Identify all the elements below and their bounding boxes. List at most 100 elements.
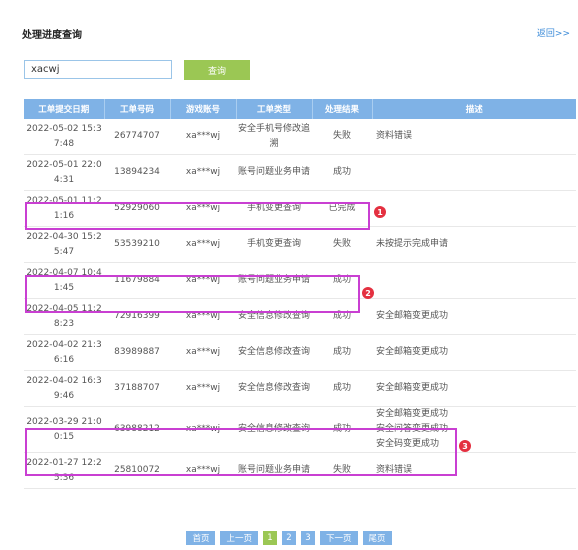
annotation-marker-1: 1 — [374, 206, 386, 218]
cell-result: 成功 — [312, 370, 372, 407]
description-line: 资料错误 — [376, 131, 413, 141]
table-row: 2022-05-02 15:37:48 26774707 xa***wj 安全手机号修… — [24, 119, 576, 155]
cell-order-no: 53539210 — [104, 226, 170, 263]
description-line: 安全邮箱变更成功 — [376, 347, 449, 357]
cell-account: xa***wj — [170, 370, 236, 407]
search-button[interactable]: 查询 — [184, 60, 250, 80]
cell-result: 成功 — [312, 154, 372, 191]
cell-date: 2022-05-01 11:21:16 — [24, 190, 104, 227]
table-row: 2022-04-30 15:25:47 53539210 xa***wj 手机变更查询… — [24, 226, 576, 263]
cell-description — [372, 154, 576, 191]
cell-date: 2022-04-02 16:39:46 — [24, 370, 104, 407]
cell-date: 2022-04-07 10:41:45 — [24, 262, 104, 299]
cell-date: 2022-01-27 12:25:36 — [24, 452, 104, 489]
cell-description: 资料错误 — [372, 119, 576, 155]
column-header-date: 工单提交日期 — [24, 99, 104, 119]
cell-result: 已完成 — [312, 190, 372, 227]
cell-order-no: 25810072 — [104, 452, 170, 489]
cell-date: 2022-05-01 22:04:31 — [24, 154, 104, 191]
cell-result: 成功 — [312, 298, 372, 335]
cell-date: 2022-04-02 21:36:16 — [24, 334, 104, 371]
cell-description: 安全邮箱变更成功 — [372, 334, 576, 371]
cell-result: 失败 — [312, 452, 372, 489]
cell-account: xa***wj — [170, 262, 236, 299]
cell-type: 安全信息修改查询 — [236, 298, 312, 335]
cell-description: 安全邮箱变更成功 — [372, 298, 576, 335]
cell-date: 2022-04-30 15:25:47 — [24, 226, 104, 263]
cell-result: 失败 — [312, 226, 372, 263]
annotation-marker-2: 2 — [362, 287, 374, 299]
cell-order-no: 83989887 — [104, 334, 170, 371]
annotation-marker-3: 3 — [459, 440, 471, 452]
description-line: 安全邮箱变更成功 — [376, 383, 449, 393]
cell-type: 安全手机号修改追溯 — [236, 119, 312, 155]
description-line: 资料错误 — [376, 465, 413, 475]
table-row: 2022-05-01 11:21:16 52929060 xa***wj 手机变更查询… — [24, 190, 576, 227]
cell-result: 成功 — [312, 334, 372, 371]
cell-account: xa***wj — [170, 452, 236, 489]
table-row: 2022-04-02 16:39:46 37188707 xa***wj 安全信息修改… — [24, 370, 576, 407]
cell-account: xa***wj — [170, 119, 236, 155]
description-line: 安全码变更成功 — [376, 439, 440, 449]
description-line: 安全邮箱变更成功 — [376, 311, 449, 321]
cell-result: 失败 — [312, 119, 372, 155]
table-row: 2022-03-29 21:00:15 63988212 xa***wj 安全信息修改… — [24, 406, 576, 453]
description-line: 安全问答变更成功 — [376, 424, 449, 434]
table-row: 2022-05-01 22:04:31 13894234 xa***wj 账号问题业务… — [24, 154, 576, 191]
cell-account: xa***wj — [170, 406, 236, 453]
cell-account: xa***wj — [170, 298, 236, 335]
pagination: 首页 上一页 1 2 3 下一页 尾页 — [0, 531, 578, 545]
table-row: 2022-04-02 21:36:16 83989887 xa***wj 安全信息修改… — [24, 334, 576, 371]
cell-date: 2022-05-02 15:37:48 — [24, 119, 104, 155]
cell-description: 未按提示完成申请 — [372, 226, 576, 263]
page-title: 处理进度查询 — [22, 30, 82, 41]
column-header-result: 处理结果 — [311, 99, 372, 119]
column-header-account: 游戏账号 — [169, 99, 236, 119]
column-header-description: 描述 — [371, 99, 576, 119]
table-row: 2022-01-27 12:25:36 25810072 xa***wj 账号问题业务… — [24, 452, 576, 489]
column-header-type: 工单类型 — [235, 99, 312, 119]
table-row: 2022-04-07 10:41:45 11679884 xa***wj 账号问题业务… — [24, 262, 576, 299]
cell-date: 2022-03-29 21:00:15 — [24, 406, 104, 453]
table-header-row: 工单提交日期 工单号码 游戏账号 工单类型 处理结果 描述 — [24, 99, 576, 119]
cell-result: 成功 — [312, 406, 372, 453]
description-line: 安全邮箱变更成功 — [376, 409, 449, 419]
cell-account: xa***wj — [170, 334, 236, 371]
cell-type: 账号问题业务申请 — [236, 262, 312, 299]
cell-date: 2022-04-05 11:28:23 — [24, 298, 104, 335]
cell-type: 账号问题业务申请 — [236, 452, 312, 489]
cell-description — [372, 190, 576, 227]
cell-description: 安全邮箱变更成功 安全问答变更成功 安全码变更成功 — [372, 406, 576, 453]
cell-order-no: 72916399 — [104, 298, 170, 335]
pagination-prev[interactable]: 上一页 — [220, 531, 258, 545]
cell-type: 账号问题业务申请 — [236, 154, 312, 191]
cell-account: xa***wj — [170, 226, 236, 263]
cell-account: xa***wj — [170, 190, 236, 227]
cell-type: 手机变更查询 — [236, 190, 312, 227]
cell-order-no: 52929060 — [104, 190, 170, 227]
table-row: 2022-04-05 11:28:23 72916399 xa***wj 安全信息修改… — [24, 298, 576, 335]
cell-order-no: 13894234 — [104, 154, 170, 191]
cell-account: xa***wj — [170, 154, 236, 191]
cell-type: 手机变更查询 — [236, 226, 312, 263]
pagination-page-2[interactable]: 2 — [282, 531, 296, 545]
column-header-order-no: 工单号码 — [103, 99, 170, 119]
pagination-next[interactable]: 下一页 — [320, 531, 358, 545]
back-link[interactable]: 返回>> — [537, 26, 570, 39]
search-input[interactable] — [24, 60, 172, 79]
cell-order-no: 26774707 — [104, 119, 170, 155]
cell-order-no: 63988212 — [104, 406, 170, 453]
pagination-first[interactable]: 首页 — [186, 531, 216, 545]
cell-description: 资料错误 — [372, 452, 576, 489]
cell-order-no: 11679884 — [104, 262, 170, 299]
pagination-page-3[interactable]: 3 — [301, 531, 315, 545]
pagination-page-1[interactable]: 1 — [263, 531, 277, 545]
pagination-last[interactable]: 尾页 — [362, 531, 392, 545]
cell-order-no: 37188707 — [104, 370, 170, 407]
cell-description — [372, 262, 576, 299]
cell-type: 安全信息修改查询 — [236, 406, 312, 453]
cell-type: 安全信息修改查询 — [236, 370, 312, 407]
description-line: 未按提示完成申请 — [376, 239, 449, 249]
cell-description: 安全邮箱变更成功 — [372, 370, 576, 407]
orders-table: 工单提交日期 工单号码 游戏账号 工单类型 处理结果 描述 2022-05-02… — [24, 99, 576, 489]
